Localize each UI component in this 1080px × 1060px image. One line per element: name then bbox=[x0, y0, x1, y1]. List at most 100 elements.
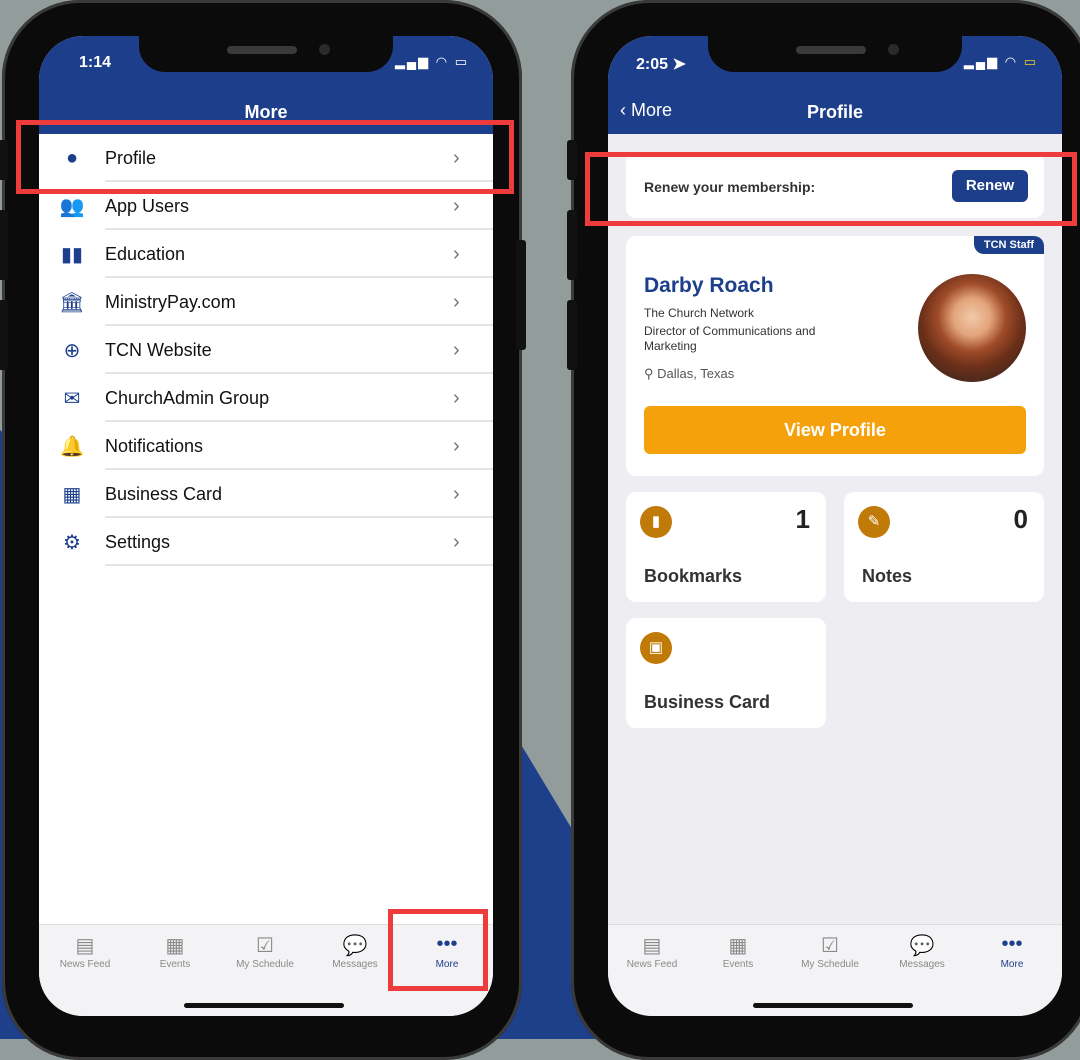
tab-label: My Schedule bbox=[236, 959, 294, 970]
menu-item-churchadmin-group[interactable]: ✉ ChurchAdmin Group › bbox=[39, 374, 493, 422]
menu-item-ministrypay[interactable]: 🏛 MinistryPay.com › bbox=[39, 278, 493, 326]
notes-card[interactable]: ✎ 0 Notes bbox=[844, 492, 1044, 602]
qr-code-icon: ▦ bbox=[62, 483, 82, 506]
phone-volume-up bbox=[567, 210, 577, 280]
status-time: 1:14 bbox=[79, 54, 112, 71]
tab-label: Events bbox=[722, 959, 754, 970]
tab-label: Messages bbox=[899, 959, 945, 970]
view-profile-button[interactable]: View Profile bbox=[644, 406, 1026, 454]
bookmarks-label: Bookmarks bbox=[644, 566, 743, 586]
status-icons: ▂▄▆ ◠ ▭ bbox=[963, 54, 1038, 69]
menu-item-business-card[interactable]: ▦ Business Card › bbox=[39, 470, 493, 518]
phone-power-button bbox=[516, 240, 526, 350]
profile-job-title: Director of Communications and Marketing bbox=[644, 324, 816, 353]
tab-bar: ▤ News Feed ▦ Events ☑ My Schedule 💬 Message… bbox=[608, 924, 1062, 1016]
chevron-right-icon: › bbox=[453, 242, 460, 265]
menu-item-settings[interactable]: ⚙ Settings › bbox=[39, 518, 493, 566]
menu-item-label: Notifications bbox=[105, 435, 204, 456]
calendar-check-icon: ☑ bbox=[821, 935, 839, 957]
tab-more[interactable]: ••• More bbox=[972, 933, 1052, 970]
newspaper-icon: ▤ bbox=[642, 935, 662, 957]
tab-my-schedule[interactable]: ☑ My Schedule bbox=[790, 933, 870, 970]
profile-organization: The Church Network bbox=[644, 306, 755, 320]
bookmarks-count: 1 bbox=[795, 504, 810, 534]
menu-item-label: Business Card bbox=[105, 483, 223, 504]
avatar bbox=[918, 274, 1026, 382]
tab-messages[interactable]: 💬 Messages bbox=[315, 933, 395, 970]
status-time: 2:05 ➤ bbox=[636, 56, 686, 73]
menu-item-label: Education bbox=[105, 243, 186, 264]
navbar: ‹ More Profile bbox=[608, 88, 1062, 134]
phone-side-button bbox=[567, 140, 577, 180]
tab-label: More bbox=[1000, 959, 1024, 970]
tab-events[interactable]: ▦ Events bbox=[135, 933, 215, 970]
menu-item-label: App Users bbox=[105, 195, 190, 216]
tab-events[interactable]: ▦ Events bbox=[698, 933, 778, 970]
menu-item-label: TCN Website bbox=[105, 339, 212, 360]
business-card-label: Business Card bbox=[644, 692, 771, 712]
book-icon: ▮▮ bbox=[60, 243, 83, 266]
bookmark-icon: ▮ bbox=[640, 506, 672, 538]
chevron-right-icon: › bbox=[453, 290, 460, 313]
chat-icon: 💬 bbox=[909, 935, 935, 957]
map-pin-icon: ⚲ bbox=[644, 366, 654, 381]
phone-volume-down bbox=[567, 300, 577, 370]
tab-label: News Feed bbox=[626, 959, 678, 970]
calendar-icon: ▦ bbox=[165, 935, 185, 957]
notes-label: Notes bbox=[862, 566, 913, 586]
notch bbox=[139, 36, 393, 72]
menu-item-notifications[interactable]: 🔔 Notifications › bbox=[39, 422, 493, 470]
gear-icon: ⚙ bbox=[63, 531, 81, 554]
globe-icon: ⊕ bbox=[63, 339, 81, 362]
calendar-icon: ▦ bbox=[728, 935, 748, 957]
notch bbox=[708, 36, 962, 72]
profile-card: TCN Staff Darby Roach The Church Network… bbox=[626, 236, 1044, 476]
chevron-right-icon: › bbox=[453, 434, 460, 457]
chevron-right-icon: › bbox=[453, 338, 460, 361]
id-card-icon: ▣ bbox=[640, 632, 672, 664]
note-edit-icon: ✎ bbox=[858, 506, 890, 538]
calendar-check-icon: ☑ bbox=[256, 935, 274, 957]
profile-location: ⚲ Dallas, Texas bbox=[644, 366, 734, 382]
tab-news-feed[interactable]: ▤ News Feed bbox=[45, 933, 125, 970]
home-indicator bbox=[753, 1003, 913, 1008]
tab-label: Events bbox=[159, 959, 191, 970]
tab-news-feed[interactable]: ▤ News Feed bbox=[612, 933, 692, 970]
home-indicator bbox=[184, 1003, 344, 1008]
bank-icon: 🏛 bbox=[59, 291, 85, 314]
notes-count: 0 bbox=[1013, 504, 1028, 534]
more-menu: ● Profile › 👥 App Users › ▮▮ Education › 🏛 Mini… bbox=[39, 134, 493, 566]
status-icons: ▂▄▆ ◠ ▭ bbox=[394, 54, 469, 69]
location-text: Dallas, Texas bbox=[657, 366, 735, 381]
highlight-more-tab bbox=[388, 909, 488, 991]
tab-messages[interactable]: 💬 Messages bbox=[882, 933, 962, 970]
phone-volume-up bbox=[0, 210, 8, 280]
staff-badge: TCN Staff bbox=[973, 236, 1044, 254]
chat-icon: 💬 bbox=[342, 935, 368, 957]
menu-item-label: MinistryPay.com bbox=[105, 291, 236, 312]
chevron-right-icon: › bbox=[453, 194, 460, 217]
chevron-right-icon: › bbox=[453, 530, 460, 553]
chevron-right-icon: › bbox=[453, 482, 460, 505]
tab-my-schedule[interactable]: ☑ My Schedule bbox=[225, 933, 305, 970]
tab-label: My Schedule bbox=[801, 959, 859, 970]
highlight-profile-row bbox=[16, 120, 514, 194]
menu-item-education[interactable]: ▮▮ Education › bbox=[39, 230, 493, 278]
bell-icon: 🔔 bbox=[59, 435, 85, 458]
newspaper-icon: ▤ bbox=[75, 935, 95, 957]
mail-icon: ✉ bbox=[63, 387, 81, 410]
menu-item-label: ChurchAdmin Group bbox=[105, 387, 270, 408]
menu-item-label: Settings bbox=[105, 531, 171, 552]
business-card-card[interactable]: ▣ Business Card bbox=[626, 618, 826, 728]
users-icon: 👥 bbox=[59, 195, 85, 218]
phone-side-button bbox=[0, 140, 8, 180]
tab-label: Messages bbox=[332, 959, 378, 970]
bookmarks-card[interactable]: ▮ 1 Bookmarks bbox=[626, 492, 826, 602]
chevron-right-icon: › bbox=[453, 386, 460, 409]
menu-item-tcn-website[interactable]: ⊕ TCN Website › bbox=[39, 326, 493, 374]
phone-volume-down bbox=[0, 300, 8, 370]
tab-label: News Feed bbox=[59, 959, 111, 970]
profile-name: Darby Roach bbox=[644, 274, 774, 297]
highlight-renew-row bbox=[585, 152, 1077, 226]
more-dots-icon: ••• bbox=[1001, 933, 1023, 955]
